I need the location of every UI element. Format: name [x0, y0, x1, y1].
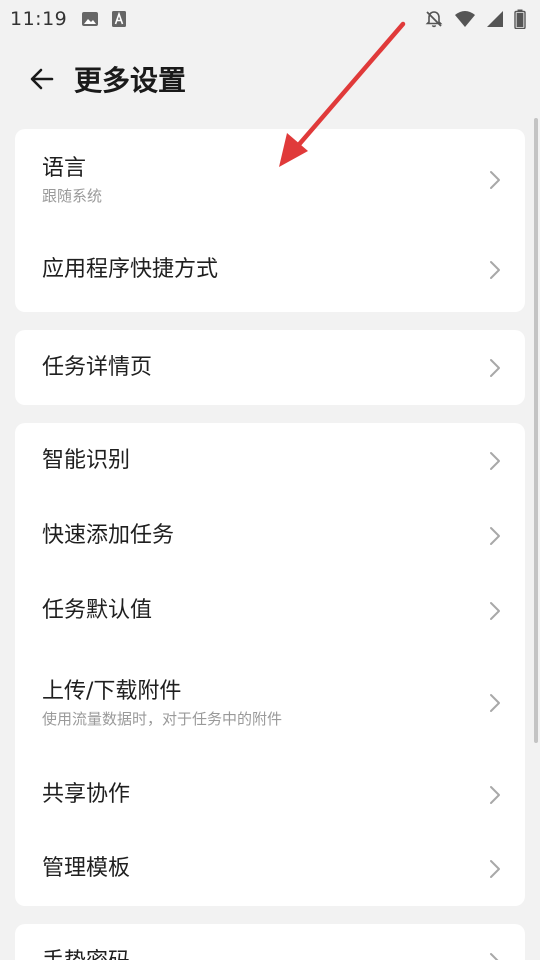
item-title: 语言: [42, 156, 87, 181]
back-button[interactable]: [14, 51, 70, 107]
settings-item-smart-recognition[interactable]: 智能识别: [15, 423, 525, 499]
settings-group-2: 任务详情页: [15, 330, 525, 405]
item-title: 智能识别: [42, 448, 131, 473]
settings-item-manage-templates[interactable]: 管理模板: [15, 832, 525, 906]
chevron-right-icon: [485, 451, 505, 471]
page-title: 更多设置: [74, 64, 187, 97]
item-title: 手势密码: [42, 947, 485, 960]
image-icon: [81, 10, 99, 28]
cell-signal-icon: [486, 10, 504, 28]
settings-item-app-shortcuts[interactable]: 应用程序快捷方式: [15, 227, 525, 312]
settings-item-sharing[interactable]: 共享协作: [15, 758, 525, 832]
chevron-right-icon: [485, 260, 505, 280]
status-time: 11:19: [10, 8, 68, 30]
item-title: 任务详情页: [42, 354, 153, 380]
arrow-back-icon: [28, 65, 56, 93]
battery-icon: [514, 9, 526, 29]
settings-group-3: 智能识别 快速添加任务 任务默认值 上传/下载附件 使用流量数据时，对于任务中的…: [15, 423, 525, 906]
item-title: 共享协作: [42, 782, 131, 807]
chevron-right-icon: [485, 170, 505, 190]
item-title: 应用程序快捷方式: [42, 256, 219, 282]
chevron-right-icon: [485, 358, 505, 378]
chevron-right-icon: [485, 952, 505, 960]
item-title: 任务默认值: [42, 597, 153, 623]
settings-item-quick-add-task[interactable]: 快速添加任务: [15, 499, 525, 573]
settings-group-1: 语言 跟随系统 应用程序快捷方式: [15, 129, 525, 312]
settings-item-attachments[interactable]: 上传/下载附件 使用流量数据时，对于任务中的附件: [15, 648, 525, 758]
item-subtitle: 使用流量数据时，对于任务中的附件: [42, 710, 283, 728]
app-bar: 更多设置: [0, 50, 540, 108]
notifications-off-icon: [424, 9, 444, 29]
item-subtitle: 跟随系统: [42, 187, 103, 205]
settings-group-4: 手势密码: [15, 924, 525, 960]
item-title: 上传/下载附件: [42, 679, 182, 704]
chevron-right-icon: [485, 601, 505, 621]
item-title: 快速添加任务: [42, 523, 175, 548]
chevron-right-icon: [485, 859, 505, 879]
wifi-icon: [454, 10, 476, 28]
item-title: 管理模板: [42, 856, 131, 881]
chevron-right-icon: [485, 785, 505, 805]
scrollbar[interactable]: [534, 118, 538, 743]
chevron-right-icon: [485, 693, 505, 713]
text-a-icon: [111, 10, 127, 28]
settings-item-gesture-password[interactable]: 手势密码: [15, 924, 525, 960]
settings-item-task-defaults[interactable]: 任务默认值: [15, 573, 525, 648]
chevron-right-icon: [485, 526, 505, 546]
settings-item-language[interactable]: 语言 跟随系统: [15, 129, 525, 227]
settings-item-task-detail[interactable]: 任务详情页: [15, 330, 525, 405]
status-bar: 11:19: [0, 0, 540, 38]
